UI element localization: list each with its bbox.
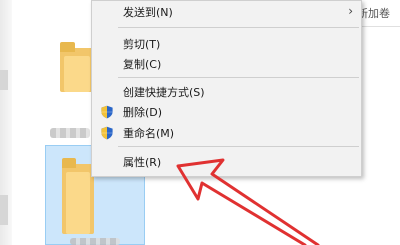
red-arrow-annotation bbox=[176, 158, 320, 245]
